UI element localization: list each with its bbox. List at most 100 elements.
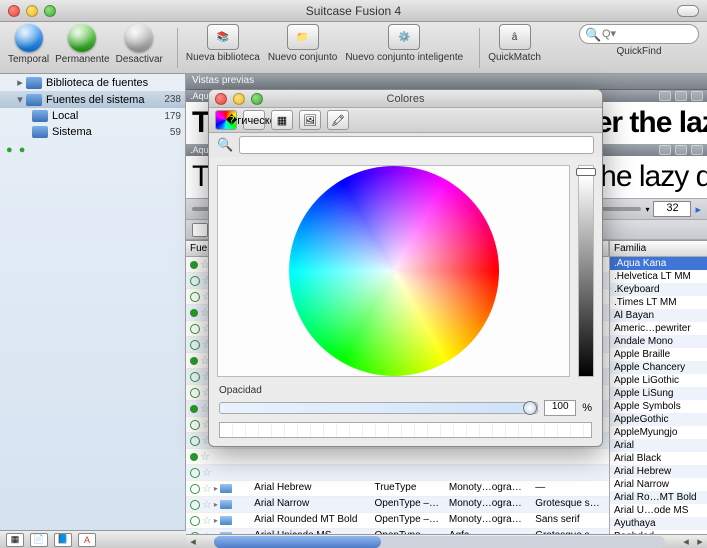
sidebar-item-biblioteca[interactable]: ▸Biblioteca de fuentes — [0, 74, 185, 91]
crayons-tab-icon[interactable]: 🖍 — [327, 110, 349, 130]
sidebar-item-sistema[interactable]: Sistema59 — [0, 124, 185, 140]
folder-icon — [32, 126, 48, 138]
family-row[interactable]: Arial — [610, 439, 707, 452]
font-foundry: Monoty…ography — [445, 497, 531, 512]
family-header[interactable]: Familia — [610, 241, 707, 257]
star-icon[interactable]: ☆ — [200, 450, 210, 463]
color-wheel-box — [217, 165, 570, 377]
desactivar-button[interactable]: Desactivar — [116, 24, 163, 65]
family-row[interactable]: .Keyboard — [610, 283, 707, 296]
star-icon[interactable]: ☆ — [202, 482, 212, 495]
view-mode-icon[interactable]: ▦ — [6, 533, 24, 547]
family-row[interactable]: .Helvetica LT MM — [610, 270, 707, 283]
family-row[interactable]: Apple Chancery — [610, 361, 707, 374]
color-picker-body — [209, 157, 602, 385]
family-row[interactable]: Andale Mono — [610, 335, 707, 348]
nueva-biblioteca-button[interactable]: 📚Nueva biblioteca — [186, 24, 260, 63]
family-row[interactable]: AppleGothic — [610, 413, 707, 426]
disclosure-icon[interactable]: ▸ — [214, 500, 218, 509]
image-tab-icon[interactable]: 🖼 — [299, 110, 321, 130]
disclosure-icon: ▸ — [14, 76, 26, 89]
status-icon — [190, 357, 198, 365]
permanente-button[interactable]: Permanente — [55, 24, 109, 65]
page-icon[interactable]: 📄 — [30, 533, 48, 547]
color-picker-titlebar[interactable]: Colores — [209, 90, 602, 108]
preview-tool-icon[interactable] — [659, 91, 671, 101]
scroll-left-icon[interactable]: ◂ — [679, 535, 693, 548]
family-row[interactable]: Americ…pewriter — [610, 322, 707, 335]
quickmatch-button[interactable]: ȃQuickMatch — [488, 24, 541, 63]
status-icon — [190, 420, 200, 430]
family-row[interactable]: Arial Black — [610, 452, 707, 465]
sidebar-item-fuentes-sistema[interactable]: ▾Fuentes del sistema238 — [0, 91, 185, 108]
color-picker-panel: Colores �гической ▦ 🖼 🖍 🔍 Opacidad 100 % — [208, 89, 603, 447]
magnifier-icon[interactable]: 🔍 — [217, 137, 233, 153]
book-icon[interactable]: 📘 — [54, 533, 72, 547]
scroll-right-icon[interactable]: ▸ — [693, 535, 707, 548]
family-row[interactable]: Arial U…ode MS — [610, 504, 707, 517]
palettes-tab-icon[interactable]: ▦ — [271, 110, 293, 130]
opacity-value[interactable]: 100 — [544, 400, 576, 416]
family-column[interactable]: Familia .Aqua Kana.Helvetica LT MM.Keybo… — [609, 241, 707, 534]
color-wheel[interactable] — [289, 166, 499, 376]
family-row[interactable]: Al Bayan — [610, 309, 707, 322]
preview-tool-icon[interactable] — [675, 91, 687, 101]
table-row[interactable]: ☆ — [186, 449, 609, 465]
family-row[interactable]: AppleMyungjo — [610, 426, 707, 439]
permanente-label: Permanente — [55, 54, 109, 65]
opacity-slider[interactable] — [219, 402, 538, 414]
toolbar-separator — [177, 28, 178, 68]
horizontal-scrollbar[interactable]: ◂◂▸ — [186, 534, 707, 548]
font-name: Arial Narrow — [250, 497, 370, 512]
family-row[interactable]: Arial Ro…MT Bold — [610, 491, 707, 504]
window-title: Suitcase Fusion 4 — [0, 4, 707, 18]
nuevo-conjunto-inteligente-button[interactable]: ⚙️Nuevo conjunto inteligente — [345, 24, 463, 63]
family-row[interactable]: Apple LiGothic — [610, 374, 707, 387]
family-row[interactable]: .Times LT MM — [610, 296, 707, 309]
temporal-button[interactable]: Temporal — [8, 24, 49, 65]
scrollbar-thumb[interactable] — [214, 536, 381, 548]
family-row[interactable]: .Aqua Kana — [610, 257, 707, 270]
family-row[interactable]: Apple Braille — [610, 348, 707, 361]
family-row[interactable]: Arial Hebrew — [610, 465, 707, 478]
preview-tool-icon[interactable] — [675, 145, 687, 155]
tool-icon[interactable] — [192, 223, 208, 237]
star-icon[interactable]: ☆ — [202, 466, 212, 479]
preview-tool-icon[interactable] — [659, 145, 671, 155]
folder-icon — [220, 500, 232, 509]
status-icon — [190, 484, 200, 494]
table-row[interactable]: ☆ — [186, 465, 609, 481]
folder-icon — [26, 77, 42, 89]
family-row[interactable]: Ayuthaya — [610, 517, 707, 530]
font-icon[interactable]: A — [78, 533, 96, 547]
disclosure-icon: ▾ — [14, 93, 26, 106]
table-row[interactable]: ☆ ▸Arial Rounded MT BoldOpenType – TTMon… — [186, 513, 609, 529]
color-wheel-cursor-icon[interactable] — [391, 268, 397, 274]
family-row[interactable]: Arial Narrow — [610, 478, 707, 491]
opacity-thumb-icon[interactable] — [523, 401, 537, 415]
preview-tool-icon[interactable] — [691, 91, 703, 101]
table-row[interactable]: ☆ ▸Arial NarrowOpenType – TTMonoty…ograp… — [186, 497, 609, 513]
scroll-left-icon[interactable]: ◂ — [186, 535, 200, 548]
brightness-slider[interactable] — [578, 165, 594, 377]
nuevo-conjunto-button[interactable]: 📁Nuevo conjunto — [268, 24, 338, 63]
main-toolbar: Temporal Permanente Desactivar 📚Nueva bi… — [0, 22, 707, 74]
sidebar-label: Sistema — [52, 126, 92, 138]
status-icon — [190, 372, 200, 382]
disclosure-icon[interactable]: ▸ — [214, 516, 218, 525]
star-icon[interactable]: ☆ — [202, 514, 212, 527]
family-row[interactable]: Apple Symbols — [610, 400, 707, 413]
table-row[interactable]: ☆ ▸Arial HebrewTrueTypeMonoty…ography— — [186, 481, 609, 497]
color-search-input[interactable] — [239, 136, 594, 154]
status-icon — [190, 309, 198, 317]
brightness-thumb-icon[interactable] — [576, 168, 596, 176]
disclosure-icon[interactable]: ▸ — [214, 484, 218, 493]
sliders-tab-icon[interactable]: �гической — [243, 110, 265, 130]
family-row[interactable]: Apple LiSung — [610, 387, 707, 400]
size-value[interactable]: 32 — [653, 201, 691, 217]
sidebar-item-local[interactable]: Local179 — [0, 108, 185, 124]
color-swatches[interactable] — [219, 422, 592, 438]
preview-tool-icon[interactable] — [691, 145, 703, 155]
size-stepper-icon[interactable]: ▸ — [695, 203, 701, 216]
star-icon[interactable]: ☆ — [202, 498, 212, 511]
